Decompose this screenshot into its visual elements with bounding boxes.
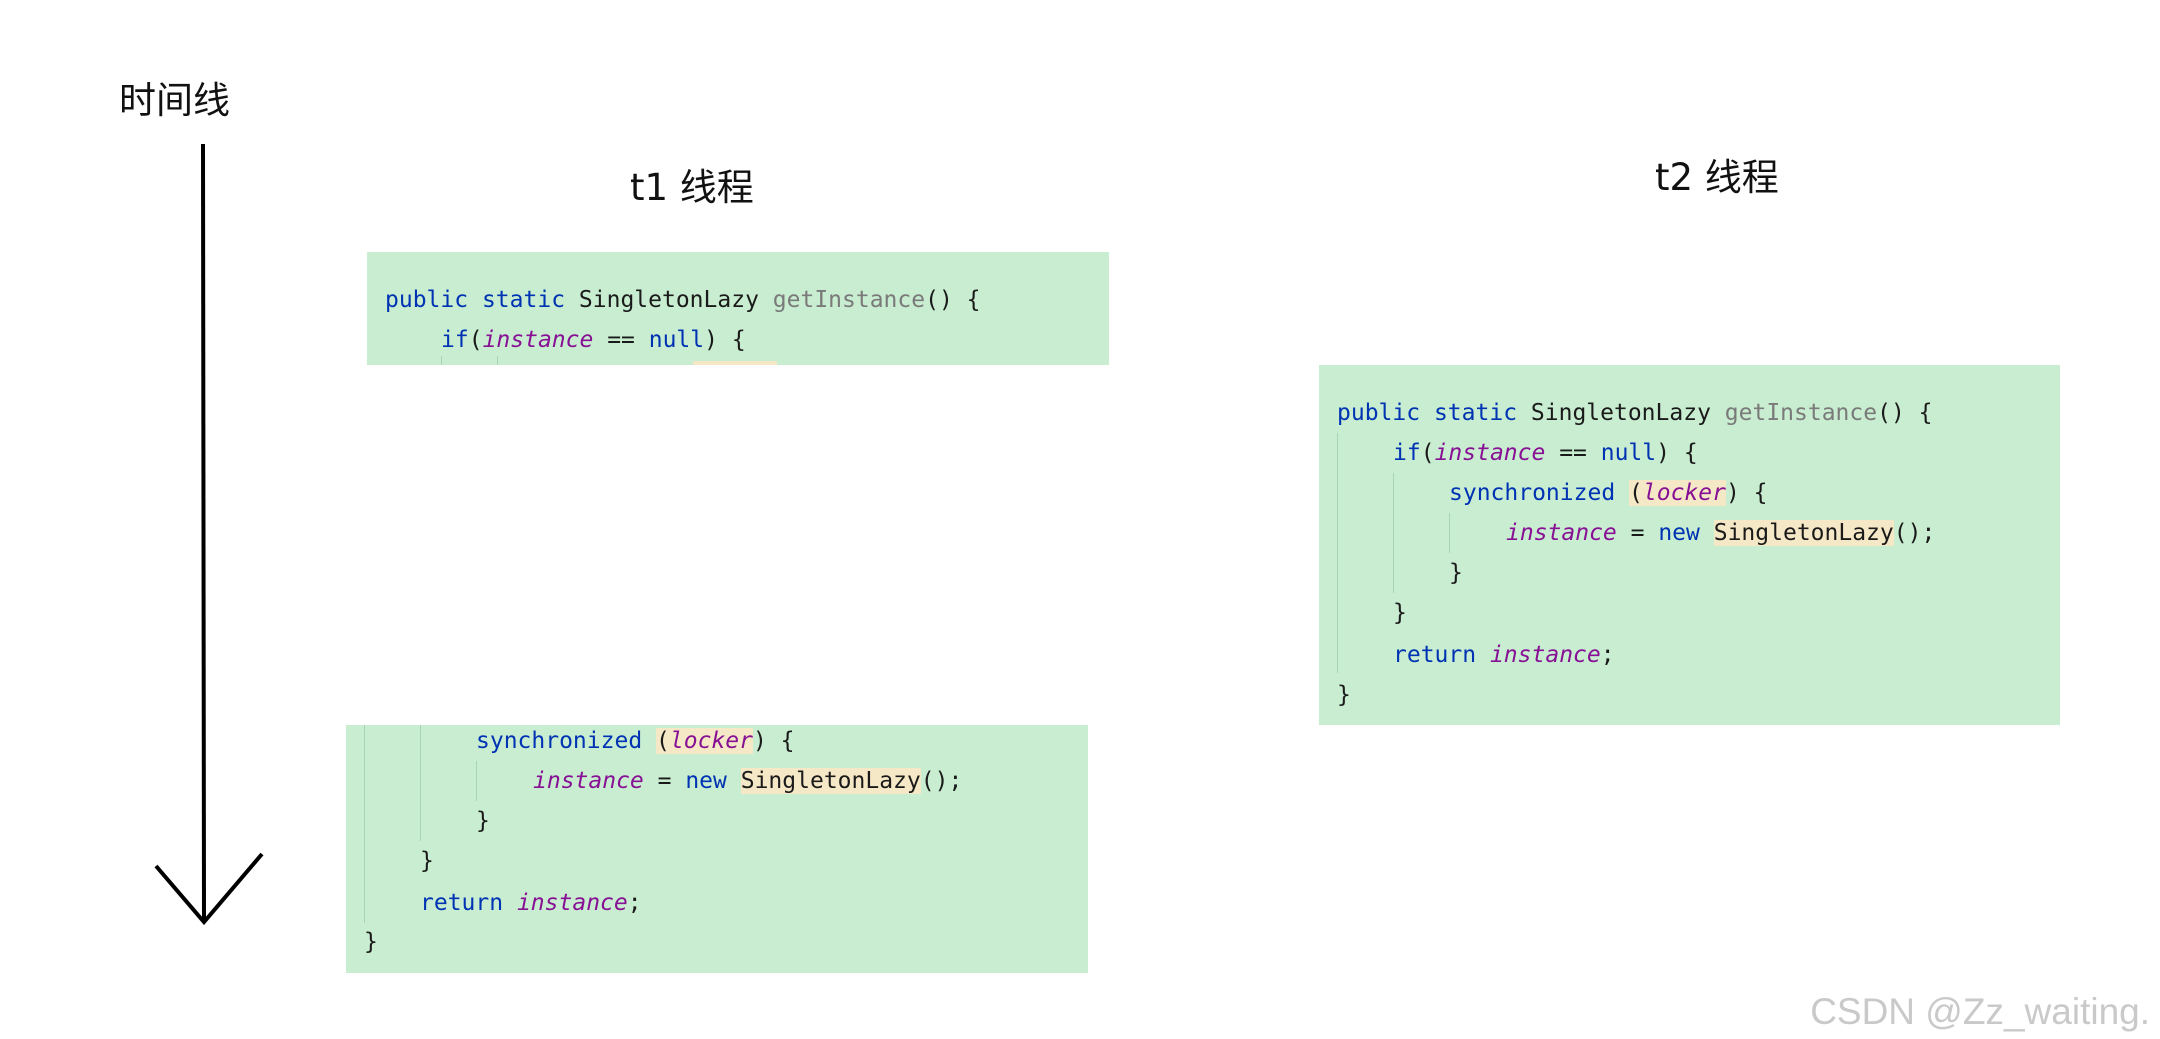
indent-guide: [1337, 433, 1338, 673]
code-line-if: if(instance == null) {: [1393, 440, 1698, 466]
code-line-close-synchronized: }: [476, 808, 490, 834]
code-line-return: return instance;: [1393, 642, 1615, 668]
indent-guide: [497, 356, 498, 365]
code-line-close-if: }: [420, 848, 434, 874]
indent-guide: [1449, 513, 1450, 553]
code-line-if: if(instance == null) {: [441, 327, 746, 353]
indent-guide: [1393, 473, 1394, 593]
t1-code-block-end: synchronized (locker) { instance = new S…: [346, 725, 1088, 973]
code-line-synchronized: synchronized (locker) {: [476, 728, 795, 754]
t2-code-block: public static SingletonLazy getInstance(…: [1319, 365, 2060, 725]
cut-off-highlight: [693, 361, 777, 365]
code-line-signature: public static SingletonLazy getInstance(…: [385, 287, 981, 313]
indent-guide: [364, 725, 365, 923]
timeline-arrow-head: [154, 852, 264, 926]
t2-thread-title: t2 线程: [1655, 156, 1779, 199]
t1-code-block-start: public static SingletonLazy getInstance(…: [367, 252, 1109, 365]
code-line-close-method: }: [1337, 682, 1351, 708]
indent-guide: [476, 761, 477, 801]
code-line-signature: public static SingletonLazy getInstance(…: [1337, 400, 1933, 426]
watermark: CSDN @Zz_waiting.: [1810, 991, 2150, 1032]
code-line-close-synchronized: }: [1449, 560, 1463, 586]
indent-guide: [420, 725, 421, 841]
code-line-assignment: instance = new SingletonLazy();: [533, 768, 963, 794]
code-line-synchronized: synchronized (locker) {: [1449, 480, 1768, 506]
code-line-return: return instance;: [420, 890, 642, 916]
indent-guide: [441, 356, 442, 365]
code-line-close-if: }: [1393, 600, 1407, 626]
timeline-arrow-shaft: [201, 143, 206, 923]
timeline-label: 时间线: [119, 79, 230, 122]
code-line-assignment: instance = new SingletonLazy();: [1506, 520, 1936, 546]
code-line-close-method: }: [364, 929, 378, 955]
t1-thread-title: t1 线程: [630, 166, 754, 209]
